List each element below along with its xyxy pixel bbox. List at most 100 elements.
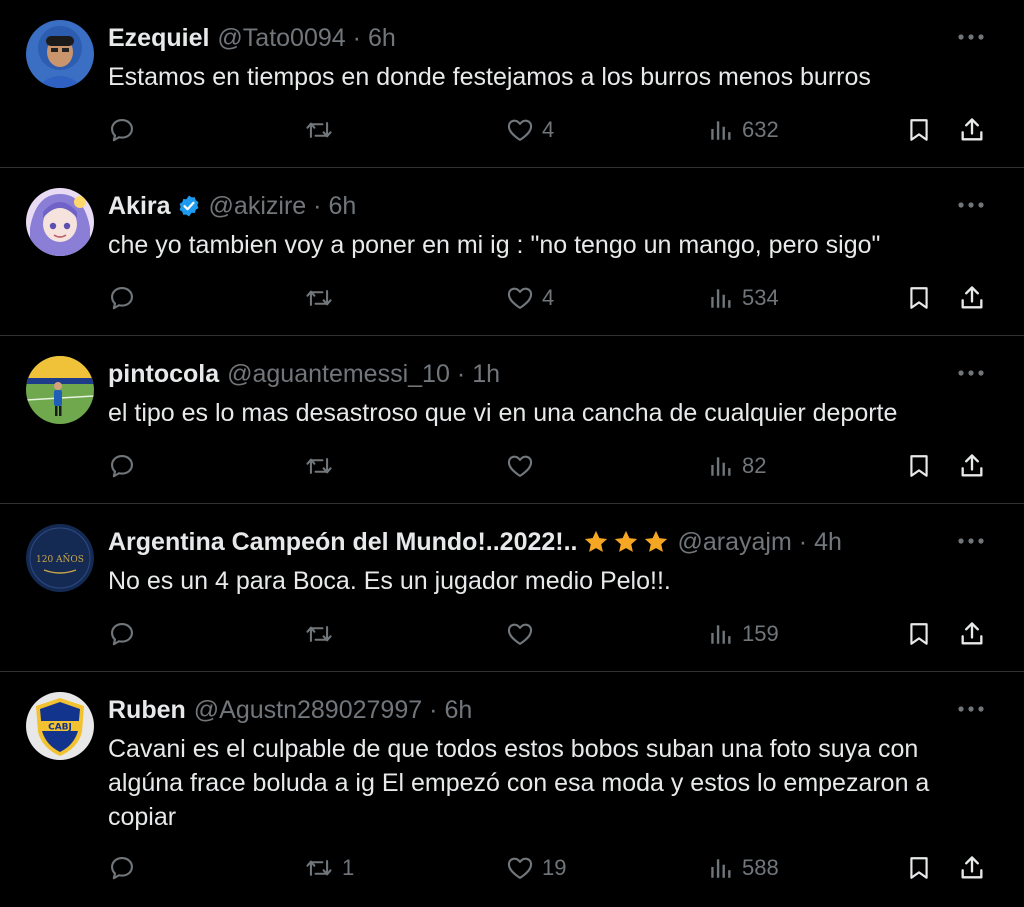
share-button[interactable]: [958, 112, 986, 148]
reply-button[interactable]: [108, 850, 144, 886]
author-name[interactable]: Argentina Campeón del Mundo!..2022!..: [108, 528, 578, 557]
tweet-header: pintocola @aguantemessi_10 · 1h: [108, 358, 500, 390]
author-name[interactable]: Akira: [108, 192, 171, 221]
retweet-button[interactable]: [304, 112, 342, 148]
views-button[interactable]: 632: [708, 112, 779, 148]
like-button[interactable]: 4: [506, 280, 554, 316]
retweet-button[interactable]: [304, 616, 342, 652]
views-button[interactable]: 588: [708, 850, 779, 886]
tweet-header: Argentina Campeón del Mundo!..2022!.. @a…: [108, 526, 842, 558]
avatar[interactable]: [26, 356, 94, 424]
more-icon[interactable]: [956, 526, 986, 556]
tweet-actions: 4 632: [108, 112, 988, 148]
like-button[interactable]: 19: [506, 850, 566, 886]
bookmark-icon: [906, 284, 932, 312]
share-button[interactable]: [958, 616, 986, 652]
avatar[interactable]: [26, 188, 94, 256]
bookmark-button[interactable]: [906, 850, 932, 886]
share-icon: [958, 116, 986, 144]
more-icon[interactable]: [956, 358, 986, 388]
reply-button[interactable]: [108, 616, 144, 652]
avatar-text: CABJ: [48, 723, 72, 733]
more-icon[interactable]: [956, 190, 986, 220]
author-handle[interactable]: @Tato0094: [217, 24, 345, 53]
tweet-actions: 82: [108, 448, 988, 484]
views-button[interactable]: 534: [708, 280, 779, 316]
views-icon: [708, 452, 734, 480]
tweet-text: Estamos en tiempos en donde festejamos a…: [108, 63, 871, 91]
like-count: 19: [542, 855, 567, 880]
author-name[interactable]: Ezequiel: [108, 24, 209, 53]
views-count: 159: [742, 621, 779, 646]
bookmark-button[interactable]: [906, 616, 932, 652]
reply-button[interactable]: [108, 448, 144, 484]
views-count: 632: [742, 117, 779, 142]
heart-icon: [506, 452, 534, 480]
author-handle[interactable]: @arayajm: [678, 528, 792, 557]
tweet[interactable]: 120 AÑOS Argentina Campeón del Mundo!..2…: [0, 504, 1024, 672]
like-button[interactable]: [506, 616, 542, 652]
author-handle[interactable]: @Agustn289027997: [194, 696, 422, 725]
share-button[interactable]: [958, 448, 986, 484]
reply-icon: [108, 854, 136, 882]
views-icon: [708, 284, 734, 312]
like-count: 4: [542, 285, 555, 310]
retweet-icon: [304, 452, 334, 480]
author-handle[interactable]: @aguantemessi_10: [227, 360, 450, 389]
retweet-button[interactable]: [304, 448, 342, 484]
bookmark-button[interactable]: [906, 280, 932, 316]
share-button[interactable]: [958, 280, 986, 316]
star-icon: [582, 528, 610, 556]
separator: ·: [352, 23, 361, 52]
heart-icon: [506, 284, 534, 312]
verified-badge-icon[interactable]: [177, 194, 201, 218]
share-icon: [958, 284, 986, 312]
timestamp[interactable]: 6h: [368, 24, 396, 53]
separator: ·: [798, 527, 808, 556]
retweet-button[interactable]: 1: [304, 850, 354, 886]
tweet[interactable]: pintocola @aguantemessi_10 · 1h el tipo …: [0, 336, 1024, 504]
author-name[interactable]: Ruben: [108, 696, 186, 725]
star-icon: [612, 528, 640, 556]
timestamp[interactable]: 6h: [329, 192, 357, 221]
author-handle[interactable]: @akizire: [209, 192, 307, 221]
tweet-text: che yo tambien voy a poner en mi ig : "n…: [108, 231, 881, 259]
like-button[interactable]: 4: [506, 112, 554, 148]
views-icon: [708, 854, 734, 882]
bookmark-button[interactable]: [906, 112, 932, 148]
retweet-button[interactable]: [304, 280, 342, 316]
views-button[interactable]: 159: [708, 616, 779, 652]
timestamp[interactable]: 1h: [472, 360, 500, 389]
star-emojis: [582, 528, 670, 556]
separator: ·: [429, 695, 438, 724]
tweet-header: Akira @akizire · 6h: [108, 190, 356, 222]
timestamp[interactable]: 6h: [444, 696, 472, 725]
avatar[interactable]: [26, 20, 94, 88]
timestamp[interactable]: 4h: [814, 528, 842, 557]
views-count: 588: [742, 855, 779, 880]
views-icon: [708, 620, 734, 648]
more-icon[interactable]: [956, 22, 986, 52]
avatar[interactable]: 120 AÑOS: [26, 524, 94, 592]
views-count: 82: [742, 453, 767, 478]
reply-icon: [108, 116, 136, 144]
tweet-text: el tipo es lo mas desastroso que vi en u…: [108, 399, 898, 427]
reply-button[interactable]: [108, 112, 144, 148]
heart-icon: [506, 854, 534, 882]
tweet[interactable]: Akira @akizire · 6h che yo tambien voy a…: [0, 168, 1024, 336]
author-name[interactable]: pintocola: [108, 360, 219, 389]
reply-button[interactable]: [108, 280, 144, 316]
views-button[interactable]: 82: [708, 448, 766, 484]
avatar[interactable]: CABJ: [26, 692, 94, 760]
tweet[interactable]: Ezequiel @Tato0094 · 6h Estamos en tiemp…: [0, 0, 1024, 168]
tweet-header: Ruben @Agustn289027997 · 6h: [108, 694, 472, 726]
tweet[interactable]: CABJ Ruben @Agustn289027997 · 6h Cavani …: [0, 672, 1024, 907]
like-button[interactable]: [506, 448, 542, 484]
more-icon[interactable]: [956, 694, 986, 724]
bookmark-button[interactable]: [906, 448, 932, 484]
share-icon: [958, 452, 986, 480]
separator: ·: [313, 191, 322, 220]
retweet-icon: [304, 116, 334, 144]
bookmark-icon: [906, 854, 932, 882]
share-button[interactable]: [958, 850, 986, 886]
